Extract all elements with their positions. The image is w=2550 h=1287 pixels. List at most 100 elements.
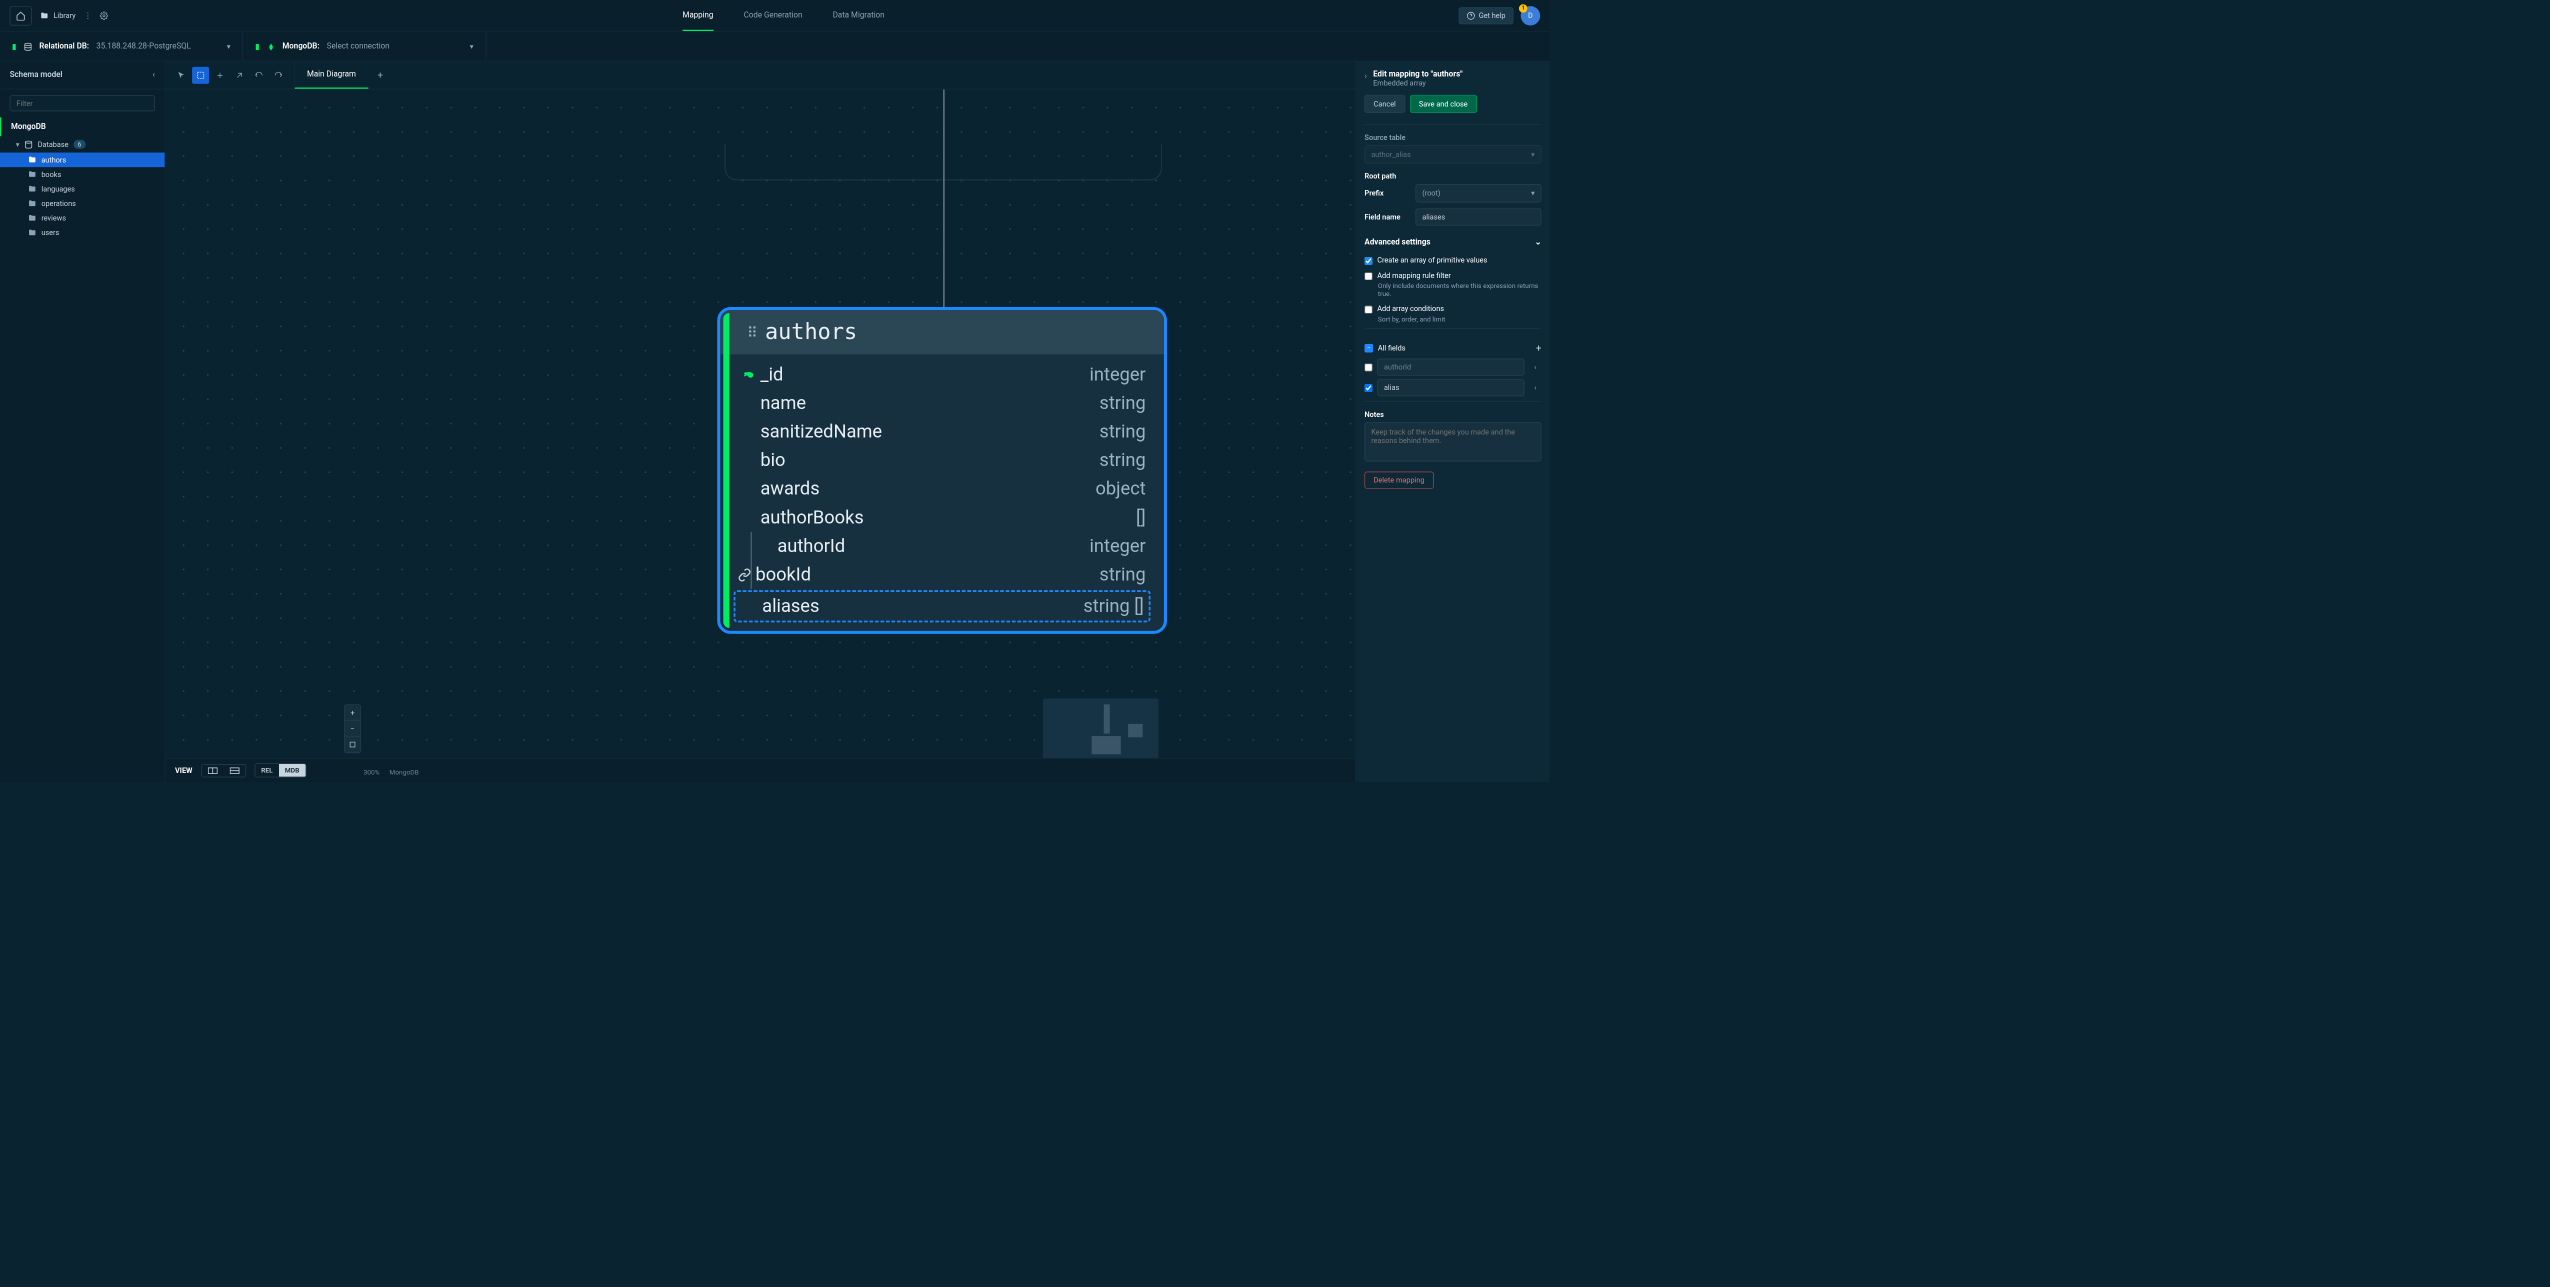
delete-mapping-button[interactable]: Delete mapping (1365, 472, 1434, 489)
field-name[interactable]: name string (738, 389, 1145, 418)
advanced-settings-toggle[interactable]: Advanced settings ⌄ (1365, 232, 1542, 253)
tree-section-mongodb[interactable]: MongoDB (0, 117, 165, 136)
tab-mapping[interactable]: Mapping (683, 1, 714, 31)
chevron-down-icon: ▾ (1531, 150, 1535, 159)
field-expand-icon[interactable]: ‹ (1529, 363, 1541, 372)
schema-tree: MongoDB ▾ Database 6 authors books (0, 117, 165, 782)
select-tool[interactable] (192, 67, 209, 84)
breadcrumb[interactable]: Library (40, 12, 75, 21)
rule-filter-checkbox[interactable] (1365, 272, 1373, 280)
notes-label: Notes (1365, 410, 1542, 419)
get-help-button[interactable]: Get help (1459, 7, 1514, 24)
folder-icon (28, 229, 37, 238)
indeterminate-checkbox-icon[interactable]: − (1365, 344, 1374, 353)
mongo-value: Select connection (327, 42, 390, 51)
array-conditions-desc: Sort by, order, and limit (1378, 315, 1541, 323)
sidebar-item-authors[interactable]: authors (0, 153, 165, 168)
zoom-level: 300% (363, 768, 379, 776)
view-opt-split-h[interactable] (202, 764, 224, 776)
home-icon (16, 11, 26, 21)
diagram-canvas[interactable]: ⠿ authors _id integer name string (165, 89, 1355, 782)
rel-db-label: Relational DB: (39, 42, 89, 51)
field-id[interactable]: _id integer (738, 360, 1145, 389)
sidebar-item-languages[interactable]: languages (0, 182, 165, 197)
home-button[interactable] (10, 6, 32, 25)
prefix-select[interactable]: (root) ▾ (1416, 184, 1542, 202)
connect-tool[interactable] (231, 67, 248, 84)
zoom-controls: + − (344, 704, 361, 753)
entity-accent (723, 313, 729, 628)
relational-db-selector[interactable]: ▮ Relational DB: 35.188.248.28-PostgreSQ… (0, 32, 243, 61)
field-bookid[interactable]: bookId string (755, 560, 1145, 589)
link-icon (734, 568, 756, 581)
minimap[interactable] (1043, 698, 1158, 765)
array-conditions-checkbox[interactable] (1365, 306, 1373, 314)
avatar[interactable]: 1 D (1521, 6, 1540, 25)
field-awards[interactable]: awards object (738, 475, 1145, 504)
view-opt-rel[interactable]: REL (255, 764, 279, 777)
entity-fields: _id integer name string sanitizedName st… (720, 354, 1164, 631)
save-button[interactable]: Save and close (1410, 95, 1477, 113)
add-diagram-button[interactable]: + (368, 69, 392, 81)
fieldname-input[interactable] (1416, 208, 1542, 225)
undo-button[interactable] (250, 67, 267, 84)
entity-header[interactable]: ⠿ authors (720, 310, 1164, 354)
field-authorid-input[interactable] (1377, 359, 1524, 376)
field-authorid-checkbox[interactable] (1365, 363, 1373, 371)
sidebar-item-reviews[interactable]: reviews (0, 211, 165, 226)
all-fields-label: All fields (1378, 344, 1406, 353)
tab-data-migration[interactable]: Data Migration (833, 1, 885, 31)
sidebar-item-operations[interactable]: operations (0, 196, 165, 211)
pan-tool[interactable] (212, 67, 229, 84)
field-aliases[interactable]: aliases string [] (734, 590, 1151, 622)
tab-code-generation[interactable]: Code Generation (744, 1, 803, 31)
mongodb-icon (267, 42, 276, 51)
field-alias-checkbox[interactable] (1365, 384, 1373, 392)
tree-database[interactable]: ▾ Database 6 (0, 136, 165, 152)
folder-icon (28, 199, 37, 208)
entity-authors[interactable]: ⠿ authors _id integer name string (717, 307, 1167, 634)
collapse-sidebar-icon[interactable]: ‹ (153, 71, 155, 80)
primitive-array-checkbox[interactable] (1365, 257, 1373, 265)
cancel-button[interactable]: Cancel (1365, 95, 1405, 113)
add-field-button[interactable]: + (1536, 342, 1542, 354)
mongodb-selector[interactable]: ▮ MongoDB: Select connection ▾ (243, 32, 486, 61)
field-sanitizedname[interactable]: sanitizedName string (738, 418, 1145, 447)
cursor-tool[interactable] (173, 67, 190, 84)
sidebar-item-books[interactable]: books (0, 167, 165, 182)
diagram-tab-main[interactable]: Main Diagram (295, 61, 368, 88)
drag-handle-icon[interactable]: ⠿ (747, 324, 756, 341)
fieldname-label: Field name (1365, 213, 1410, 222)
context-label: MongoDB (389, 768, 418, 776)
field-authorbooks[interactable]: authorBooks [] (738, 503, 1145, 532)
rule-filter-desc: Only include documents where this expres… (1378, 282, 1541, 298)
view-opt-split-v[interactable] (223, 764, 245, 776)
field-bio[interactable]: bio string (738, 446, 1145, 475)
prefix-label: Prefix (1365, 189, 1410, 198)
notes-textarea[interactable] (1365, 422, 1542, 461)
folder-icon (40, 12, 49, 21)
field-expand-icon[interactable]: ‹ (1529, 384, 1541, 393)
kebab-icon[interactable]: ⋮ (84, 12, 91, 21)
zoom-in-button[interactable]: + (345, 705, 361, 721)
source-table-select[interactable]: author_alias ▾ (1365, 145, 1542, 163)
expand-panel-icon[interactable]: › (1365, 71, 1368, 81)
connector-line (943, 89, 944, 308)
rel-db-value: 35.188.248.28-PostgreSQL (96, 42, 191, 51)
redo-button[interactable] (270, 67, 287, 84)
folder-icon (28, 214, 37, 223)
gear-icon[interactable] (100, 12, 109, 21)
source-table-label: Source table (1365, 133, 1542, 142)
sidebar-item-users[interactable]: users (0, 225, 165, 240)
get-help-label: Get help (1479, 12, 1506, 21)
avatar-badge: 1 (1519, 4, 1528, 13)
field-alias-input[interactable] (1377, 379, 1524, 396)
zoom-out-button[interactable]: − (345, 721, 361, 737)
database-count-badge: 6 (73, 140, 85, 149)
view-bar: VIEW REL MDB 300% MongoDB (165, 758, 1355, 782)
filter-input[interactable] (10, 95, 155, 111)
view-opt-mdb[interactable]: MDB (279, 764, 306, 777)
zoom-fit-button[interactable] (345, 737, 361, 753)
chevron-down-icon: ▾ (470, 42, 474, 51)
field-authorid[interactable]: authorId integer (755, 532, 1145, 561)
